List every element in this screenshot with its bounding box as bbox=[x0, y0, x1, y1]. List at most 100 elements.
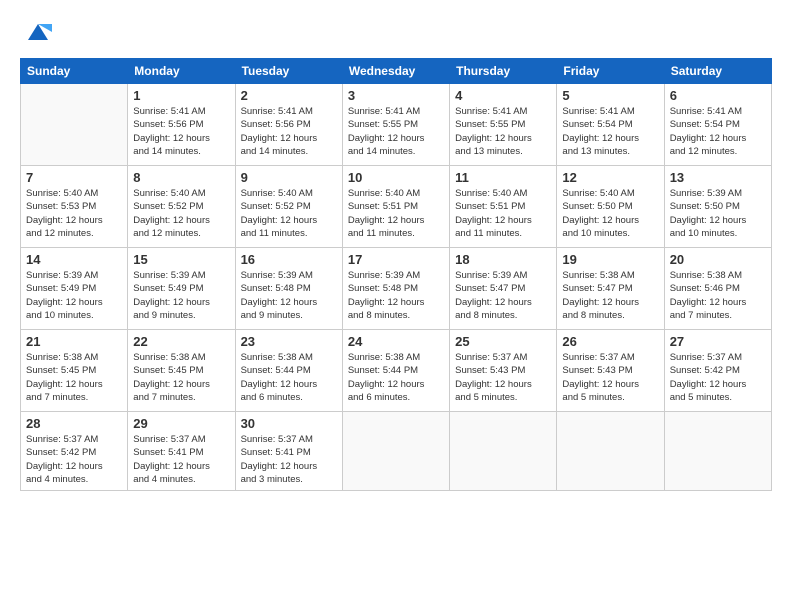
day-info: Sunrise: 5:37 AM Sunset: 5:42 PM Dayligh… bbox=[26, 433, 122, 486]
day-info: Sunrise: 5:41 AM Sunset: 5:56 PM Dayligh… bbox=[133, 105, 229, 158]
page: SundayMondayTuesdayWednesdayThursdayFrid… bbox=[0, 0, 792, 612]
calendar-cell: 9Sunrise: 5:40 AM Sunset: 5:52 PM Daylig… bbox=[235, 166, 342, 248]
day-number: 13 bbox=[670, 170, 766, 185]
calendar-header-row: SundayMondayTuesdayWednesdayThursdayFrid… bbox=[21, 59, 772, 84]
day-number: 4 bbox=[455, 88, 551, 103]
calendar-cell: 4 Sunrise: 5:41 AM Sunset: 5:55 PM Daylig… bbox=[450, 84, 557, 166]
calendar-cell: 24 Sunrise: 5:38 AM Sunset: 5:44 PM Dayli… bbox=[342, 330, 449, 412]
calendar-cell: 10 Sunrise: 5:40 AM Sunset: 5:51 PM Dayli… bbox=[342, 166, 449, 248]
calendar-cell: 5 Sunrise: 5:41 AM Sunset: 5:54 PM Daylig… bbox=[557, 84, 664, 166]
day-number: 2 bbox=[241, 88, 337, 103]
day-info: Sunrise: 5:40 AM Sunset: 5:50 PM Dayligh… bbox=[562, 187, 658, 240]
day-info: Sunrise: 5:38 AM Sunset: 5:47 PM Dayligh… bbox=[562, 269, 658, 322]
calendar-cell: 29 Sunrise: 5:37 AM Sunset: 5:41 PM Dayli… bbox=[128, 412, 235, 491]
day-number: 24 bbox=[348, 334, 444, 349]
day-number: 1 bbox=[133, 88, 229, 103]
day-info: Sunrise: 5:37 AM Sunset: 5:41 PM Dayligh… bbox=[241, 433, 337, 486]
day-info: Sunrise: 5:39 AM Sunset: 5:49 PM Dayligh… bbox=[26, 269, 122, 322]
day-number: 3 bbox=[348, 88, 444, 103]
day-number: 26 bbox=[562, 334, 658, 349]
day-number: 12 bbox=[562, 170, 658, 185]
calendar-cell: 28 Sunrise: 5:37 AM Sunset: 5:42 PM Dayli… bbox=[21, 412, 128, 491]
day-number: 15 bbox=[133, 252, 229, 267]
day-info: Sunrise: 5:39 AM Sunset: 5:50 PM Dayligh… bbox=[670, 187, 766, 240]
day-info: Sunrise: 5:38 AM Sunset: 5:46 PM Dayligh… bbox=[670, 269, 766, 322]
calendar-cell: 8Sunrise: 5:40 AM Sunset: 5:52 PM Daylig… bbox=[128, 166, 235, 248]
calendar-week-3: 14Sunrise: 5:39 AM Sunset: 5:49 PM Dayli… bbox=[21, 248, 772, 330]
calendar-cell bbox=[342, 412, 449, 491]
calendar-cell bbox=[450, 412, 557, 491]
calendar-cell: 3 Sunrise: 5:41 AM Sunset: 5:55 PM Daylig… bbox=[342, 84, 449, 166]
day-info: Sunrise: 5:39 AM Sunset: 5:47 PM Dayligh… bbox=[455, 269, 551, 322]
calendar-cell: 12 Sunrise: 5:40 AM Sunset: 5:50 PM Dayli… bbox=[557, 166, 664, 248]
calendar-cell: 16 Sunrise: 5:39 AM Sunset: 5:48 PM Dayli… bbox=[235, 248, 342, 330]
calendar-header-saturday: Saturday bbox=[664, 59, 771, 84]
calendar-cell: 7 Sunrise: 5:40 AM Sunset: 5:53 PM Daylig… bbox=[21, 166, 128, 248]
calendar-cell: 1 Sunrise: 5:41 AM Sunset: 5:56 PM Daylig… bbox=[128, 84, 235, 166]
day-number: 8 bbox=[133, 170, 229, 185]
day-number: 7 bbox=[26, 170, 122, 185]
logo-icon bbox=[24, 18, 52, 46]
calendar-cell: 17Sunrise: 5:39 AM Sunset: 5:48 PM Dayli… bbox=[342, 248, 449, 330]
day-info: Sunrise: 5:40 AM Sunset: 5:53 PM Dayligh… bbox=[26, 187, 122, 240]
header bbox=[20, 18, 772, 46]
day-number: 19 bbox=[562, 252, 658, 267]
day-number: 9 bbox=[241, 170, 337, 185]
day-info: Sunrise: 5:37 AM Sunset: 5:41 PM Dayligh… bbox=[133, 433, 229, 486]
day-number: 25 bbox=[455, 334, 551, 349]
calendar-cell: 25 Sunrise: 5:37 AM Sunset: 5:43 PM Dayli… bbox=[450, 330, 557, 412]
day-number: 18 bbox=[455, 252, 551, 267]
day-number: 5 bbox=[562, 88, 658, 103]
day-info: Sunrise: 5:39 AM Sunset: 5:49 PM Dayligh… bbox=[133, 269, 229, 322]
calendar-header-monday: Monday bbox=[128, 59, 235, 84]
calendar-week-1: 1 Sunrise: 5:41 AM Sunset: 5:56 PM Daylig… bbox=[21, 84, 772, 166]
calendar-week-2: 7 Sunrise: 5:40 AM Sunset: 5:53 PM Daylig… bbox=[21, 166, 772, 248]
day-info: Sunrise: 5:40 AM Sunset: 5:51 PM Dayligh… bbox=[348, 187, 444, 240]
calendar-header-wednesday: Wednesday bbox=[342, 59, 449, 84]
day-number: 10 bbox=[348, 170, 444, 185]
logo bbox=[20, 18, 52, 46]
day-number: 22 bbox=[133, 334, 229, 349]
day-number: 6 bbox=[670, 88, 766, 103]
calendar-cell: 15 Sunrise: 5:39 AM Sunset: 5:49 PM Dayli… bbox=[128, 248, 235, 330]
day-info: Sunrise: 5:41 AM Sunset: 5:55 PM Dayligh… bbox=[455, 105, 551, 158]
calendar-cell: 21Sunrise: 5:38 AM Sunset: 5:45 PM Dayli… bbox=[21, 330, 128, 412]
calendar-cell bbox=[664, 412, 771, 491]
calendar-week-4: 21Sunrise: 5:38 AM Sunset: 5:45 PM Dayli… bbox=[21, 330, 772, 412]
day-number: 30 bbox=[241, 416, 337, 431]
day-info: Sunrise: 5:39 AM Sunset: 5:48 PM Dayligh… bbox=[241, 269, 337, 322]
calendar-header-friday: Friday bbox=[557, 59, 664, 84]
calendar-cell: 2Sunrise: 5:41 AM Sunset: 5:56 PM Daylig… bbox=[235, 84, 342, 166]
calendar-cell: 11 Sunrise: 5:40 AM Sunset: 5:51 PM Dayli… bbox=[450, 166, 557, 248]
day-info: Sunrise: 5:37 AM Sunset: 5:43 PM Dayligh… bbox=[562, 351, 658, 404]
day-number: 29 bbox=[133, 416, 229, 431]
calendar-cell: 20Sunrise: 5:38 AM Sunset: 5:46 PM Dayli… bbox=[664, 248, 771, 330]
day-info: Sunrise: 5:38 AM Sunset: 5:44 PM Dayligh… bbox=[241, 351, 337, 404]
calendar-week-5: 28 Sunrise: 5:37 AM Sunset: 5:42 PM Dayli… bbox=[21, 412, 772, 491]
day-number: 21 bbox=[26, 334, 122, 349]
day-info: Sunrise: 5:38 AM Sunset: 5:44 PM Dayligh… bbox=[348, 351, 444, 404]
day-info: Sunrise: 5:41 AM Sunset: 5:55 PM Dayligh… bbox=[348, 105, 444, 158]
day-info: Sunrise: 5:37 AM Sunset: 5:43 PM Dayligh… bbox=[455, 351, 551, 404]
day-info: Sunrise: 5:41 AM Sunset: 5:54 PM Dayligh… bbox=[562, 105, 658, 158]
day-number: 16 bbox=[241, 252, 337, 267]
calendar-cell bbox=[557, 412, 664, 491]
calendar-cell: 26 Sunrise: 5:37 AM Sunset: 5:43 PM Dayli… bbox=[557, 330, 664, 412]
day-number: 23 bbox=[241, 334, 337, 349]
calendar-cell: 27Sunrise: 5:37 AM Sunset: 5:42 PM Dayli… bbox=[664, 330, 771, 412]
calendar-cell: 23 Sunrise: 5:38 AM Sunset: 5:44 PM Dayli… bbox=[235, 330, 342, 412]
day-info: Sunrise: 5:41 AM Sunset: 5:54 PM Dayligh… bbox=[670, 105, 766, 158]
calendar-header-thursday: Thursday bbox=[450, 59, 557, 84]
calendar-cell: 6 Sunrise: 5:41 AM Sunset: 5:54 PM Daylig… bbox=[664, 84, 771, 166]
calendar-cell: 22Sunrise: 5:38 AM Sunset: 5:45 PM Dayli… bbox=[128, 330, 235, 412]
calendar-header-tuesday: Tuesday bbox=[235, 59, 342, 84]
day-number: 28 bbox=[26, 416, 122, 431]
calendar-header-sunday: Sunday bbox=[21, 59, 128, 84]
calendar-table: SundayMondayTuesdayWednesdayThursdayFrid… bbox=[20, 58, 772, 491]
day-number: 11 bbox=[455, 170, 551, 185]
day-info: Sunrise: 5:40 AM Sunset: 5:51 PM Dayligh… bbox=[455, 187, 551, 240]
calendar-cell: 19 Sunrise: 5:38 AM Sunset: 5:47 PM Dayli… bbox=[557, 248, 664, 330]
calendar-cell: 13 Sunrise: 5:39 AM Sunset: 5:50 PM Dayli… bbox=[664, 166, 771, 248]
day-info: Sunrise: 5:37 AM Sunset: 5:42 PM Dayligh… bbox=[670, 351, 766, 404]
day-number: 17 bbox=[348, 252, 444, 267]
